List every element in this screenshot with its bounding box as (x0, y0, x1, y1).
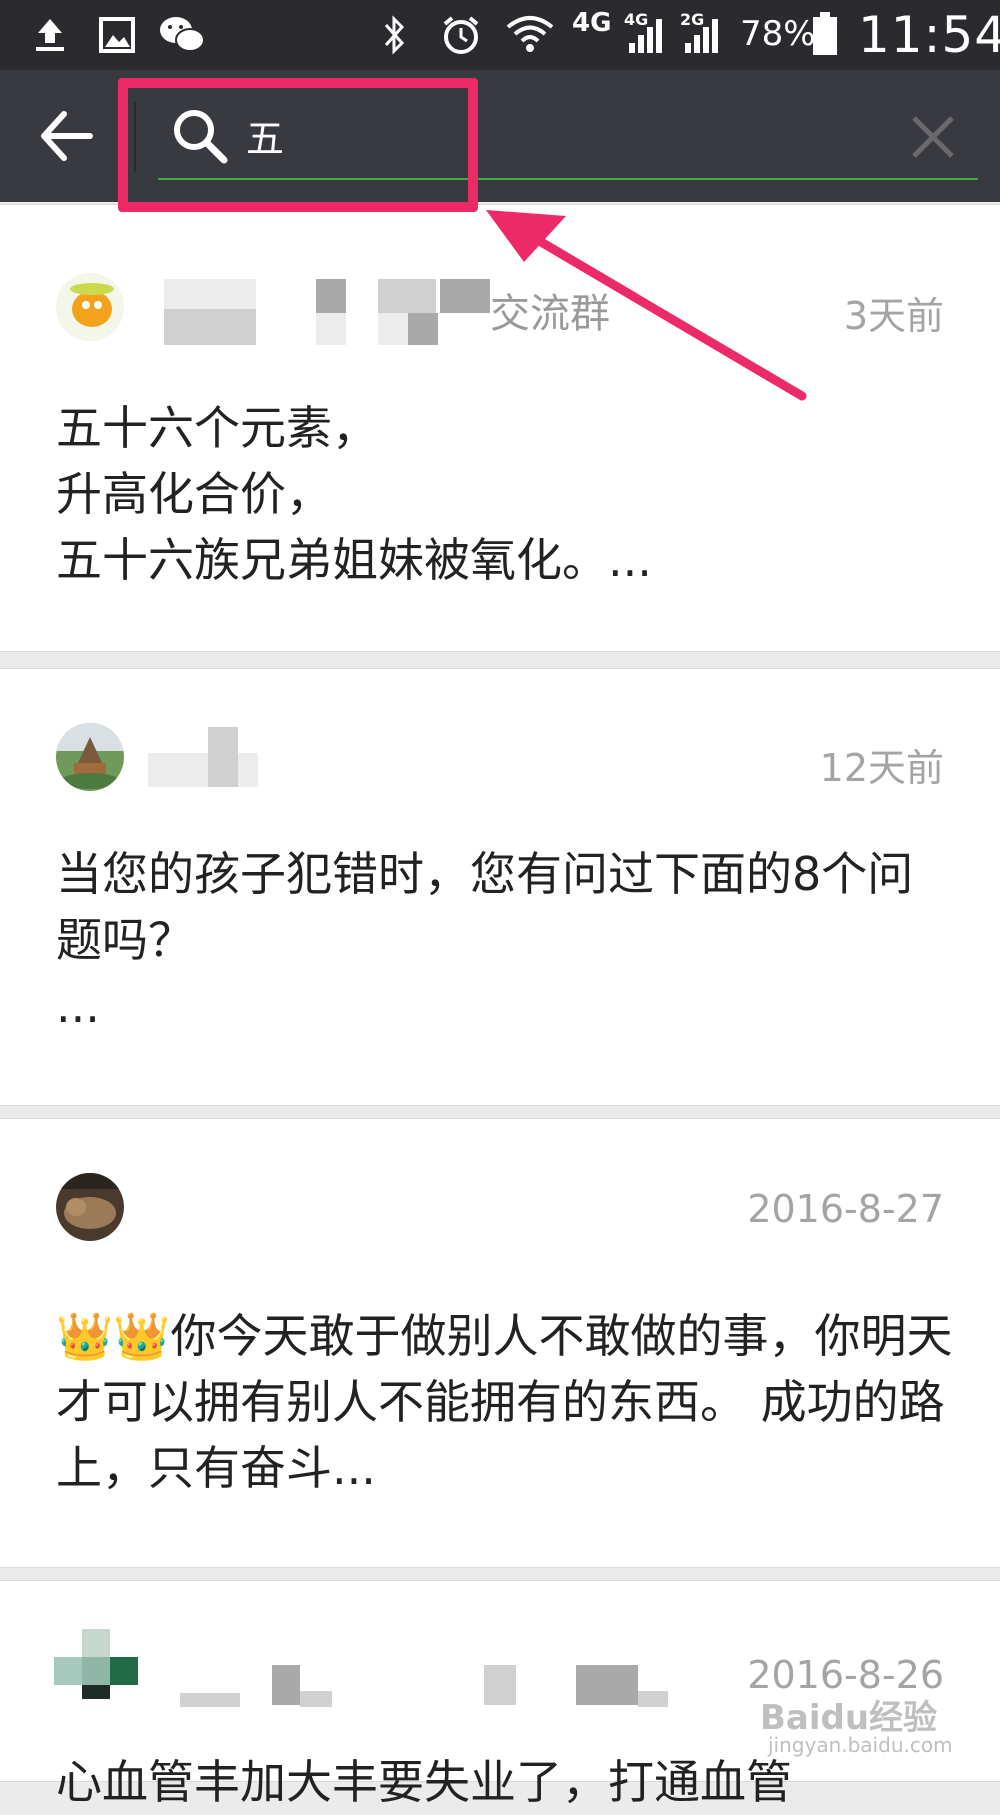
blurred-name (180, 1693, 240, 1707)
blurred-name (164, 279, 256, 311)
blurred-name (238, 753, 258, 787)
bluetooth-icon (374, 12, 414, 58)
upload-icon (30, 12, 70, 58)
avatar (56, 1173, 124, 1241)
list-item[interactable]: 2016-8-27 👑👑你今天敢于做别人不敢做的事，你明天才可以拥有别人不能拥有… (0, 1118, 1000, 1568)
blurred-name (638, 1691, 668, 1707)
list-item[interactable]: 12天前 当您的孩子犯错时，您有问过下面的8个问题吗？ ... (0, 668, 1000, 1106)
blurred-name (148, 753, 208, 787)
blurred-name (272, 1665, 300, 1705)
watermark-logo: Baidu经验 (760, 1698, 938, 1738)
wifi-icon (500, 12, 560, 58)
battery-percent: 78% (740, 14, 816, 54)
status-bar: 4G 4G 2G 78% 11:54 (0, 0, 1000, 70)
signal-icon (676, 12, 726, 58)
battery-icon (813, 12, 837, 55)
blurred-name (316, 279, 346, 313)
result-time: 2016-8-27 (747, 1187, 944, 1231)
message-snippet: 五十六个元素， 升高化合价， 五十六族兄弟姐妹被氧化。... (56, 401, 652, 587)
watermark-url: jingyan.baidu.com (768, 1733, 953, 1757)
alarm-icon (438, 12, 484, 58)
blurred-name (408, 313, 438, 345)
message-snippet: 👑👑你今天敢于做别人不敢做的事，你明天才可以拥有别人不能拥有的东西。 成功的路上… (56, 1309, 953, 1495)
message-snippet: 当您的孩子犯错时，您有问过下面的8个问题吗？ ... (56, 847, 914, 1033)
avatar (56, 273, 124, 341)
message-snippet: 心血管丰加大丰要失业了，打通血管 (56, 1755, 792, 1809)
blurred-name (164, 309, 256, 345)
blurred-name (378, 279, 436, 313)
blurred-name (378, 313, 408, 345)
clock: 11:54 (858, 6, 1000, 64)
result-time: 3天前 (843, 294, 944, 338)
close-icon[interactable] (906, 110, 960, 164)
gallery-icon (96, 12, 138, 58)
signal-icon (620, 12, 670, 58)
avatar (54, 1629, 138, 1705)
blurred-name (300, 1691, 332, 1707)
blurred-name (484, 1665, 516, 1705)
blurred-name (208, 727, 238, 787)
pointer-arrow-icon (486, 210, 807, 401)
search-highlight-box (118, 78, 478, 212)
result-time: 12天前 (819, 746, 944, 790)
blurred-name (576, 1665, 638, 1705)
network-type: 4G (572, 8, 612, 38)
wechat-icon (158, 12, 206, 58)
back-arrow-icon[interactable] (38, 108, 98, 164)
avatar (56, 723, 124, 791)
blurred-name (316, 313, 346, 345)
